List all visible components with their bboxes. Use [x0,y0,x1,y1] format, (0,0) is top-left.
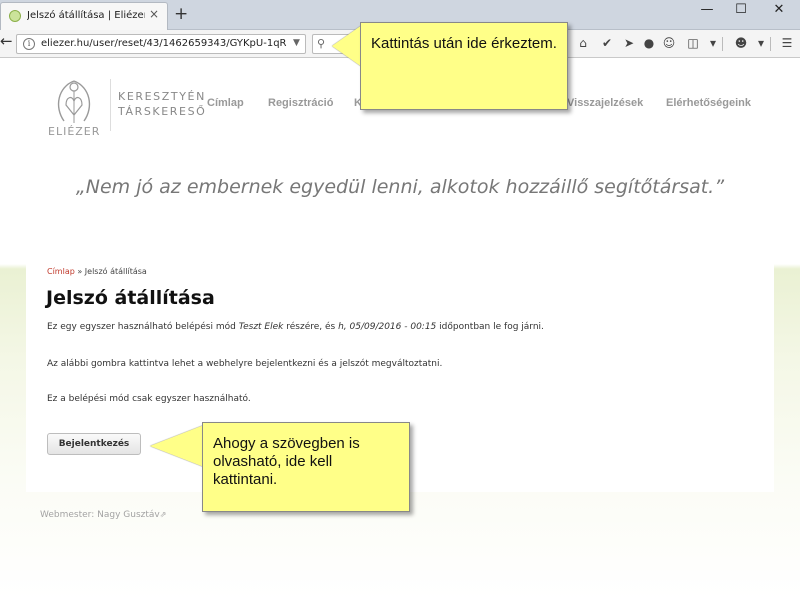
webmaster-link[interactable]: Webmester: Nagy Gusztáv [40,510,160,520]
page-title: Jelszó átállítása [46,287,215,309]
page: ELIÉZER KERESZTYÉN TÁRSKERESŐ Címlap Reg… [0,59,800,600]
browser-tab[interactable]: Jelszó átállítása | Eliézer - K... × [0,2,168,30]
clipboard-icon[interactable]: ◫ [684,36,702,50]
toolbar-divider [770,37,771,51]
chevron-down-icon[interactable]: ▾ [752,36,770,50]
login-button[interactable]: Bejelentkezés [47,433,141,455]
callout-top-text: Kattintás után ide érkeztem. [371,35,557,52]
logo-name-line2: TÁRSKERESŐ [118,105,207,118]
instruction-paragraph: Az alábbi gombra kattintva lehet a webhe… [47,359,443,369]
menu-item-regisztracio[interactable]: Regisztráció [268,97,333,109]
home-icon[interactable]: ⌂ [574,36,592,50]
send-icon[interactable]: ➤ [620,36,638,50]
callout-arrow-left-icon [332,25,362,67]
footer-webmaster: Webmester: Nagy Gusztáv⇗ [40,510,166,520]
menu-item-elerhetosegeink[interactable]: Elérhetőségeink [666,97,751,109]
chevron-down-icon[interactable]: ▼ [293,38,300,48]
callout-bottom: Ahogy a szövegben is olvasható, ide kell… [202,422,410,512]
hamburger-menu-icon[interactable]: ☰ [778,36,796,50]
menu-item-visszajelzesek[interactable]: Visszajelzések [567,97,643,109]
logo-name-line1: KERESZTYÉN [118,90,206,103]
close-window-button[interactable]: ✕ [766,2,792,17]
expiry-date: h, 05/09/2016 - 00:15 [338,322,437,332]
logo-divider [110,79,111,131]
callout-top: Kattintás után ide érkeztem. [360,22,568,110]
breadcrumb-separator: » [74,267,85,276]
breadcrumb-current: Jelszó átállítása [84,267,147,276]
menu-item-cimlap[interactable]: Címlap [207,97,244,109]
back-arrow-icon[interactable]: ← [0,32,13,50]
chevron-down-icon[interactable]: ▾ [704,36,722,50]
external-link-icon: ⇗ [159,510,167,519]
minimize-button[interactable]: — [694,2,720,17]
search-icon: ⚲ [317,37,326,50]
url-text[interactable]: eliezer.hu/user/reset/43/1462659343/GYKp… [41,38,287,49]
address-bar[interactable]: i eliezer.hu/user/reset/43/1462659343/GY… [16,34,306,54]
new-tab-button[interactable]: + [174,4,188,24]
maximize-button[interactable]: ☐ [728,2,754,17]
callout-arrow-left-icon [150,425,204,467]
para-text: Ez egy egyszer használható belépési mód [47,322,239,332]
callout-bottom-text: Ahogy a szövegben is olvasható, ide kell… [213,435,360,488]
info-icon[interactable]: i [23,38,35,50]
para-text: részére, és [283,322,339,332]
para-text: időpontban le fog járni. [436,322,544,332]
tab-title: Jelszó átállítása | Eliézer - K... [27,10,145,21]
breadcrumb-link-cimlap[interactable]: Címlap [47,267,75,276]
one-time-paragraph: Ez a belépési mód csak egyszer használha… [47,394,251,404]
tagline: „Nem jó az embernek egyedül lenni, alkot… [75,176,725,198]
logo-icon[interactable] [48,77,100,129]
favicon-icon [9,10,21,22]
breadcrumb: Címlap » Jelszó átállítása [47,267,147,276]
emoji-icon[interactable]: ☺ [660,36,678,50]
tab-close-icon[interactable]: × [149,7,159,21]
expiry-paragraph: Ez egy egyszer használható belépési mód … [47,322,544,332]
logo-caption: ELIÉZER [48,125,101,138]
pocket-icon[interactable]: ✔ [598,36,616,50]
avatar-icon[interactable]: ☻ [732,36,750,50]
chat-icon[interactable]: ● [640,36,658,50]
user-name: Teszt Elek [238,322,284,332]
toolbar-divider [722,37,723,51]
